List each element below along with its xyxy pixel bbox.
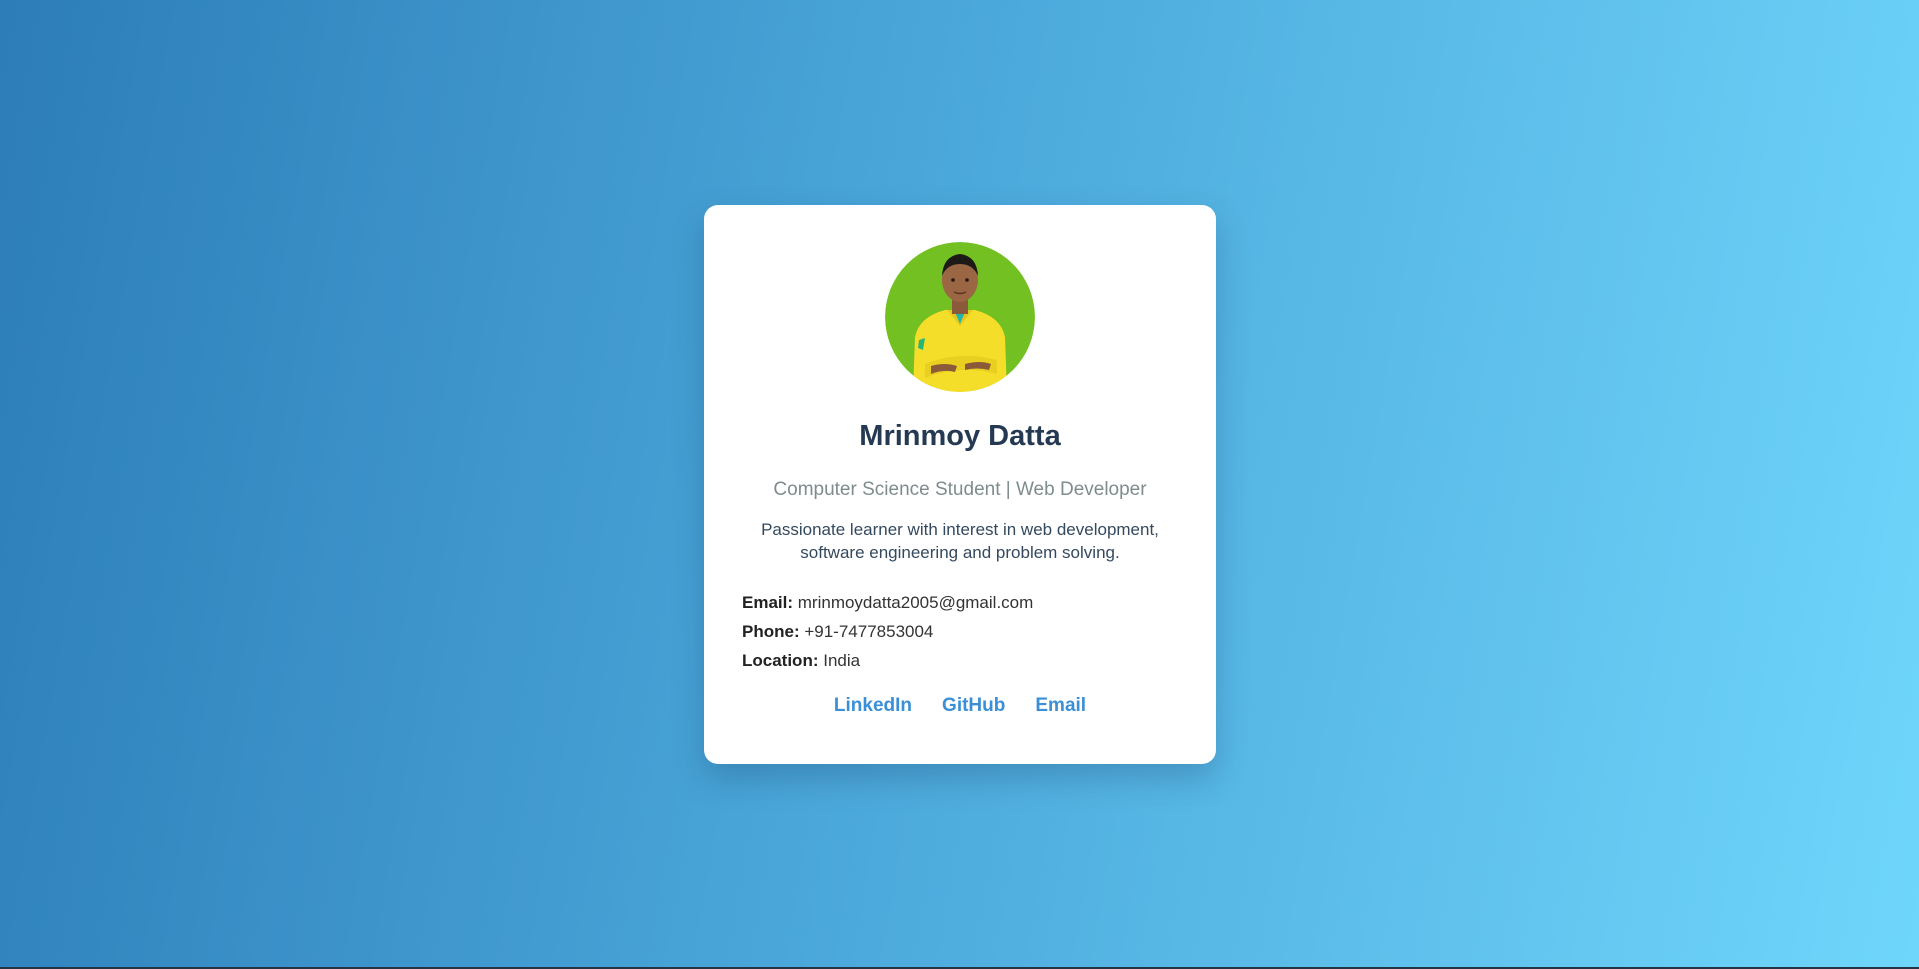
profile-bio: Passionate learner with interest in web … bbox=[761, 520, 1159, 562]
profile-name: Mrinmoy Datta bbox=[859, 420, 1061, 452]
email-label: Email: bbox=[742, 593, 794, 612]
avatar bbox=[885, 242, 1035, 392]
contact-location-row: Location: India bbox=[742, 646, 1178, 675]
phone-label: Phone: bbox=[742, 622, 800, 641]
email-value: mrinmoydatta2005@gmail.com bbox=[797, 593, 1034, 612]
email-link[interactable]: Email bbox=[1035, 695, 1086, 717]
linkedin-link[interactable]: LinkedIn bbox=[834, 695, 912, 717]
social-links: LinkedIn GitHub Email bbox=[742, 695, 1178, 717]
profile-card: Mrinmoy Datta Computer Science Student |… bbox=[704, 205, 1216, 764]
phone-value: +91-7477853004 bbox=[804, 622, 934, 641]
contact-info: Email: mrinmoydatta2005@gmail.com Phone:… bbox=[742, 588, 1178, 675]
profile-photo bbox=[885, 242, 1035, 392]
profile-title: Computer Science Student | Web Developer bbox=[773, 479, 1147, 500]
contact-phone-row: Phone: +91-7477853004 bbox=[742, 617, 1178, 646]
location-label: Location: bbox=[742, 651, 819, 670]
location-value: India bbox=[823, 651, 861, 670]
contact-email-row: Email: mrinmoydatta2005@gmail.com bbox=[742, 588, 1178, 617]
github-link[interactable]: GitHub bbox=[942, 695, 1005, 717]
